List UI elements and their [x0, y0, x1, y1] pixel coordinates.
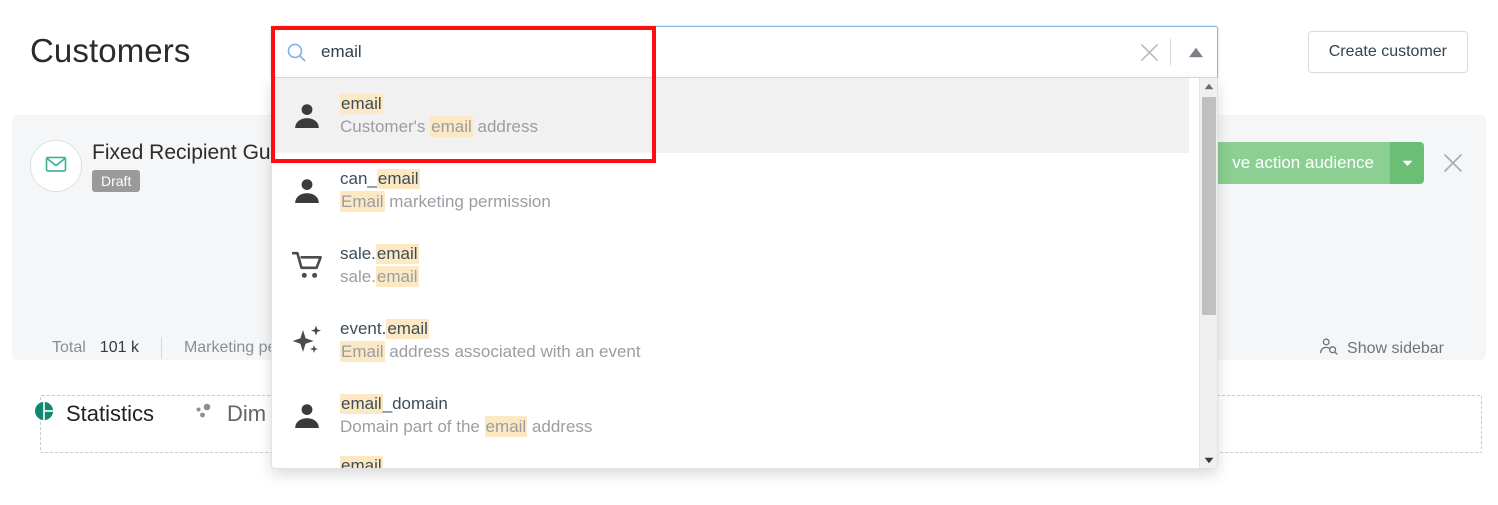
suggestion-description: Email address associated with an event: [340, 341, 641, 362]
search-input[interactable]: [321, 42, 1132, 62]
suggestion-title: event.email: [340, 319, 429, 339]
stat-divider: [160, 337, 162, 359]
search-divider: [1170, 39, 1171, 65]
suggestion-description: Domain part of the email address: [340, 416, 593, 437]
stats-row: Total 101 k Marketing pe: [52, 337, 276, 359]
suggestion-texts: email Customer's email address: [340, 94, 538, 137]
cart-icon: [292, 251, 340, 281]
suggestion-row[interactable]: sale.email sale.email: [272, 228, 1189, 303]
suggestion-texts: can_email Email marketing permission: [340, 169, 551, 212]
suggestion-row[interactable]: email_domain Domain part of the email add…: [272, 378, 1189, 453]
suggestion-texts: email_domain Domain part of the email add…: [340, 394, 592, 437]
suggestion-description: Customer's email address: [340, 116, 538, 137]
suggestion-row[interactable]: can_email Email marketing permission: [272, 153, 1189, 228]
suggestion-list: email Customer's email address can_email Em…: [272, 78, 1189, 468]
suggestion-title: email_domain: [340, 394, 448, 414]
tab-dimensions-label: Dim: [227, 401, 267, 426]
stat-value-total: 101 k: [99, 339, 139, 356]
suggestion-description: Email marketing permission: [340, 191, 551, 212]
suggestion-title: can_email: [340, 169, 420, 189]
create-customer-label: Create customer: [1328, 43, 1447, 60]
suggestion-texts: event.email Email address associated with…: [340, 319, 641, 362]
search-icon: [286, 42, 307, 63]
chevron-down-icon[interactable]: [1390, 142, 1424, 184]
show-sidebar-button[interactable]: Show sidebar: [1319, 337, 1444, 361]
stat-label-total: Total: [52, 339, 86, 356]
app-root: Customers Create customer Fixed Recipien…: [0, 0, 1498, 505]
person-icon: [292, 176, 340, 206]
suggestion-texts: sale.email sale.email: [340, 244, 419, 287]
save-action-audience-button[interactable]: ve action audience: [1214, 142, 1424, 184]
suggestion-row[interactable]: email Customer's email address: [272, 78, 1189, 153]
envelope-icon: [44, 152, 68, 181]
page-title: Customers: [30, 32, 191, 69]
search-field[interactable]: [271, 26, 1218, 78]
suggestions-scrollbar[interactable]: [1199, 78, 1217, 468]
scatter-dots-icon: [194, 400, 216, 428]
avatar: [30, 140, 82, 192]
show-sidebar-label: Show sidebar: [1347, 340, 1444, 357]
suggestion-row[interactable]: event.email Email address associated with…: [272, 303, 1189, 378]
search-suggestions-panel: email Customer's email address can_email Em…: [271, 78, 1218, 469]
campaign-title: Fixed Recipient Guid: [92, 141, 287, 164]
scroll-down-icon[interactable]: [1200, 452, 1217, 468]
suggestion-title: sale.email: [340, 244, 419, 264]
stat-label-marketing-permission: Marketing pe: [183, 339, 277, 356]
user-search-icon: [1319, 337, 1338, 361]
tab-dimensions[interactable]: Dim: [194, 400, 266, 428]
search-combobox: emailCustomer's email addresscan_emailEm…: [271, 26, 1218, 469]
scrollbar-thumb[interactable]: [1202, 97, 1216, 315]
suggestion-description: sale.email: [340, 266, 419, 287]
tab-bar: Statistics Dim: [33, 400, 266, 428]
person-icon: [292, 401, 340, 431]
suggestion-title: email: [340, 94, 383, 114]
save-action-audience-label: ve action audience: [1214, 142, 1390, 184]
tab-statistics[interactable]: Statistics: [33, 400, 154, 428]
collapse-dropdown-icon[interactable]: [1175, 47, 1217, 58]
pie-chart-icon: [33, 400, 55, 428]
status-badge: Draft: [92, 170, 141, 192]
sparkles-icon: [292, 325, 340, 357]
scroll-up-icon[interactable]: [1200, 78, 1217, 95]
tab-statistics-label: Statistics: [66, 401, 155, 426]
close-icon[interactable]: [1438, 148, 1468, 178]
card-actions: ve action audience: [1214, 142, 1468, 184]
create-customer-button[interactable]: Create customer: [1307, 31, 1468, 73]
clear-search-icon[interactable]: [1132, 42, 1166, 63]
suggestion-partial-row[interactable]: email: [292, 456, 383, 468]
person-icon: [292, 101, 340, 131]
